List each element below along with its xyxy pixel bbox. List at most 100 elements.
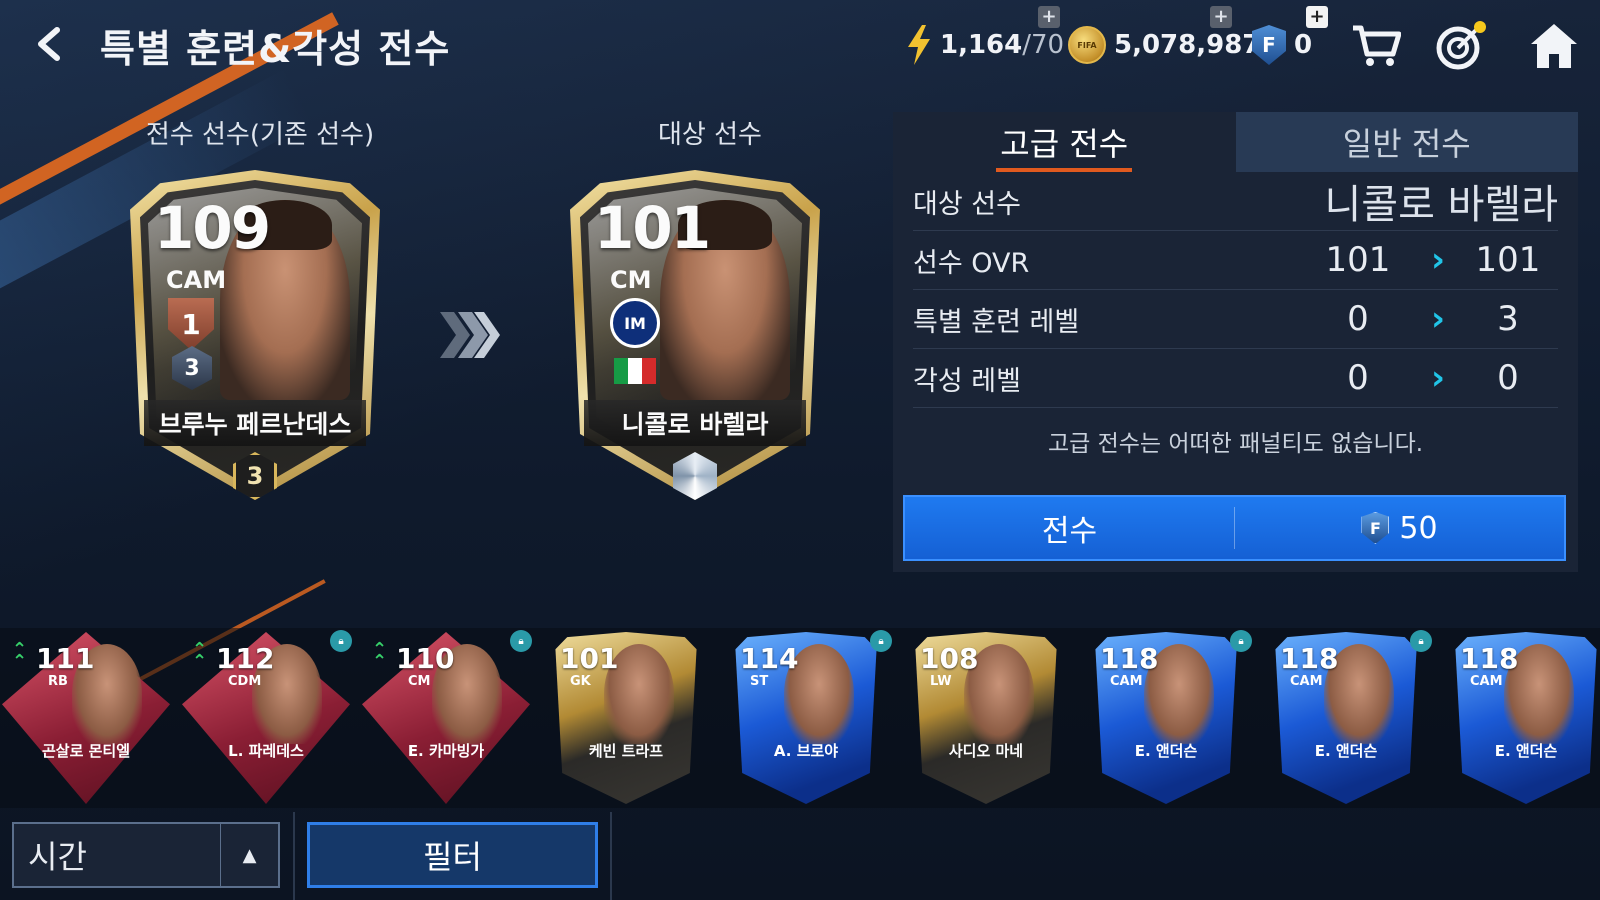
player-position: CAM	[1290, 674, 1323, 689]
value-after: 101	[1475, 240, 1541, 280]
value-after: 3	[1497, 299, 1519, 339]
player-ovr: 118	[1460, 642, 1519, 675]
divider	[293, 812, 295, 900]
target-player-name: 니콜로 바렐라	[1324, 182, 1558, 228]
player-position: CDM	[228, 674, 262, 689]
home-button[interactable]	[1528, 20, 1580, 72]
upgrade-arrows-icon: ⌃ ⌃	[372, 639, 388, 672]
cart-icon	[1353, 25, 1401, 66]
stamina-display: 1,164/70 +	[906, 6, 1065, 66]
chevron-right-icon: ›	[1430, 299, 1445, 339]
player-ovr: 118	[1280, 642, 1339, 675]
stamina-max: /70	[1022, 30, 1065, 60]
player-ovr: 114	[740, 642, 799, 675]
player-name: E. 앤더슨	[1314, 742, 1378, 760]
top-bar: 특별 훈련&각성 전수 1,164/70 + FIFA 5,078,987 + …	[0, 0, 1600, 88]
transfer-panel: 고급 전수 일반 전수 대상 선수 니콜로 바렐라 선수 OVR 101 › 1…	[893, 112, 1578, 572]
penalty-note: 고급 전수는 어떠한 패널티도 없습니다.	[1047, 431, 1424, 457]
player-card-item[interactable]: 108 LW 사디오 마네	[902, 632, 1070, 804]
player-position: CM	[408, 674, 431, 689]
value-before: 101	[1325, 240, 1391, 280]
player-ovr: 111	[36, 642, 95, 675]
chevron-up-icon: ▲	[220, 824, 278, 886]
target-player-label: 대상 선수	[658, 120, 762, 150]
tab-normal-transfer[interactable]: 일반 전수	[1235, 112, 1578, 172]
target-icon	[1436, 21, 1486, 70]
player-card-item[interactable]: 118 CAM E. 앤더슨	[1442, 632, 1600, 804]
card-position: CAM	[166, 266, 227, 294]
coin-value: 5,078,987	[1114, 30, 1261, 60]
player-card-item[interactable]: 101 GK 케빈 트라프	[542, 632, 710, 804]
back-button[interactable]	[28, 22, 68, 66]
player-card-item[interactable]: 114 ST A. 브로야 🔒︎	[722, 630, 892, 804]
player-card-item[interactable]: 118 CAM E. 앤더슨 🔒︎	[1262, 630, 1432, 804]
sort-value: 시간	[28, 838, 87, 876]
target-player-card[interactable]: 101 CM IM 니콜로 바렐라	[570, 170, 820, 500]
row-label: 대상 선수	[913, 188, 1021, 220]
back-arrow-icon	[38, 27, 60, 61]
upgrade-arrows-icon: ⌃ ⌃	[12, 639, 28, 672]
player-card-item[interactable]: 110 CM ⌃ ⌃ E. 카마빙가 🔒︎	[362, 630, 532, 804]
lock-icon: 🔒︎	[330, 630, 352, 652]
fc-shield-icon: F	[1252, 25, 1286, 65]
home-icon	[1531, 24, 1577, 68]
player-ovr: 112	[216, 642, 275, 675]
row-label: 특별 훈련 레벨	[913, 306, 1080, 338]
player-name: 케빈 트라프	[588, 742, 664, 760]
add-fc-points-button[interactable]: +	[1306, 6, 1328, 28]
add-stamina-button[interactable]: +	[1038, 6, 1060, 28]
filter-button[interactable]: 필터	[307, 822, 598, 888]
player-list: 111 RB ⌃ ⌃ 곤살로 몬티엘 112 CDM ⌃ ⌃ L. 파레데스 🔒︎ 110 CM ⌃ …	[0, 628, 1600, 808]
player-ovr: 118	[1100, 642, 1159, 675]
source-player-label: 전수 선수(기존 선수)	[145, 120, 375, 150]
fc-points-display: F 0 +	[1252, 6, 1328, 66]
player-ovr: 101	[560, 642, 619, 675]
value-after: 0	[1497, 358, 1519, 398]
transfer-cost: F 50	[1235, 497, 1564, 559]
player-position: ST	[750, 674, 769, 689]
player-name: 사디오 마네	[948, 742, 1024, 760]
player-name: A. 브로야	[773, 742, 839, 760]
card-player-name: 니콜로 바렐라	[584, 400, 806, 446]
lock-icon: 🔒︎	[870, 630, 892, 652]
divider	[610, 812, 612, 900]
player-position: CAM	[1470, 674, 1503, 689]
player-position: GK	[570, 674, 591, 689]
add-coins-button[interactable]: +	[1210, 6, 1232, 28]
player-card-item[interactable]: 111 RB ⌃ ⌃ 곤살로 몬티엘	[2, 632, 170, 804]
ovr-row: 선수 OVR 101 › 101	[913, 231, 1558, 290]
shop-button[interactable]	[1350, 20, 1402, 72]
player-ovr: 108	[920, 642, 979, 675]
card-ovr: 109	[154, 194, 271, 262]
chevron-right-icon: ›	[1430, 240, 1445, 280]
player-name: E. 앤더슨	[1494, 742, 1558, 760]
tab-advanced-transfer[interactable]: 고급 전수	[893, 112, 1236, 172]
transfer-tabs: 고급 전수 일반 전수	[893, 112, 1578, 172]
player-name: E. 앤더슨	[1134, 742, 1198, 760]
club-logo-icon: IM	[610, 298, 660, 348]
target-player-row: 대상 선수 니콜로 바렐라	[913, 172, 1558, 231]
transfer-arrows-icon	[440, 312, 500, 358]
source-player-card[interactable]: 109 CAM 1 3 브루누 페르난데스 3	[130, 170, 380, 500]
player-card-item[interactable]: 112 CDM ⌃ ⌃ L. 파레데스 🔒︎	[182, 630, 352, 804]
transfer-button[interactable]: 전수 F 50	[903, 495, 1566, 561]
row-label: 각성 레벨	[913, 365, 1021, 397]
player-name: 곤살로 몬티엘	[41, 742, 131, 760]
player-card-item[interactable]: 118 CAM E. 앤더슨 🔒︎	[1082, 630, 1252, 804]
upgrade-arrows-icon: ⌃ ⌃	[192, 639, 208, 672]
player-position: LW	[930, 674, 952, 689]
card-ovr: 101	[594, 194, 711, 262]
player-position: CAM	[1110, 674, 1143, 689]
page-title: 특별 훈련&각성 전수	[100, 27, 451, 71]
fc-shield-icon: F	[1361, 512, 1390, 544]
value-before: 0	[1347, 358, 1369, 398]
cost-value: 50	[1399, 510, 1438, 546]
coin-icon: FIFA	[1068, 26, 1106, 64]
lock-icon: 🔒︎	[1230, 630, 1252, 652]
missions-button[interactable]	[1436, 20, 1488, 72]
lock-icon: 🔒︎	[510, 630, 532, 652]
transfer-button-label: 전수	[1041, 514, 1098, 549]
stamina-value: 1,164	[940, 30, 1023, 60]
sort-dropdown[interactable]: 시간 ▲	[12, 822, 280, 888]
row-label: 선수 OVR	[913, 247, 1030, 279]
